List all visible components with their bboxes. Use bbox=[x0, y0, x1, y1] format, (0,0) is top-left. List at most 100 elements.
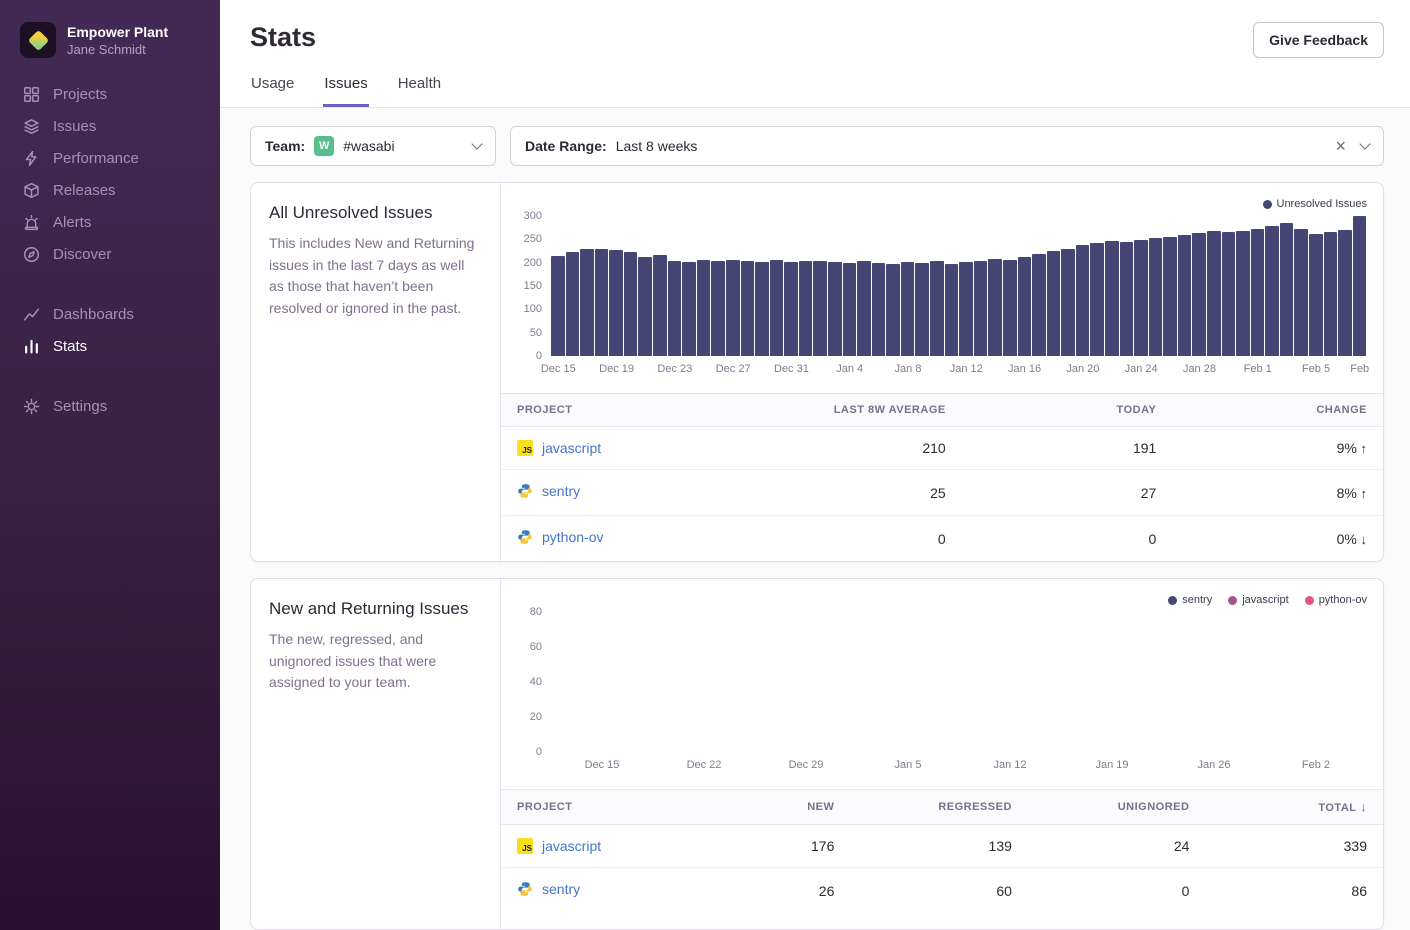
chart-bar[interactable] bbox=[1294, 229, 1308, 356]
chart-bar[interactable] bbox=[1192, 233, 1206, 356]
chart-bar[interactable] bbox=[1222, 232, 1236, 356]
sidebar-item-issues[interactable]: Issues bbox=[0, 110, 220, 142]
chart-bar[interactable] bbox=[726, 260, 740, 356]
chart-bar[interactable] bbox=[857, 261, 871, 356]
project-link[interactable]: sentry bbox=[542, 483, 580, 499]
chart-bar[interactable] bbox=[872, 263, 886, 356]
legend-item[interactable]: javascript bbox=[1228, 594, 1288, 606]
projects-icon bbox=[22, 85, 40, 103]
unresolved-issues-card: All Unresolved Issues This includes New … bbox=[250, 182, 1384, 562]
chart-bar[interactable] bbox=[580, 249, 594, 356]
chart-bar[interactable] bbox=[770, 260, 784, 356]
chart-plot[interactable] bbox=[551, 216, 1367, 356]
project-link[interactable]: javascript bbox=[542, 440, 601, 456]
chart-bar[interactable] bbox=[843, 263, 857, 356]
team-label: Team: bbox=[265, 138, 305, 154]
issues-icon bbox=[22, 117, 40, 135]
chart-bar[interactable] bbox=[1309, 234, 1323, 356]
sidebar-item-performance[interactable]: Performance bbox=[0, 142, 220, 174]
sidebar-item-stats[interactable]: Stats bbox=[0, 330, 220, 362]
sidebar-item-alerts[interactable]: Alerts bbox=[0, 206, 220, 238]
org-switcher[interactable]: Empower Plant Jane Schmidt bbox=[0, 16, 220, 78]
chart-bar[interactable] bbox=[813, 261, 827, 356]
chart-bar[interactable] bbox=[595, 249, 609, 356]
chart-bar[interactable] bbox=[1163, 237, 1177, 356]
chart-bar[interactable] bbox=[682, 262, 696, 356]
chart-bar[interactable] bbox=[551, 256, 565, 356]
chart-bar[interactable] bbox=[915, 263, 929, 356]
chart-bar[interactable] bbox=[1251, 229, 1265, 356]
chart-bar[interactable] bbox=[1149, 238, 1163, 356]
chart-bar[interactable] bbox=[784, 262, 798, 356]
chart-bar[interactable] bbox=[1018, 257, 1032, 356]
sidebar-item-label: Discover bbox=[53, 246, 111, 263]
column-header[interactable]: TOTAL↓ bbox=[1205, 790, 1383, 825]
value-cell: 339 bbox=[1205, 825, 1383, 868]
project-link[interactable]: python-ov bbox=[542, 529, 603, 545]
x-tick-label: Dec 29 bbox=[755, 752, 857, 779]
legend-item[interactable]: Unresolved Issues bbox=[1263, 198, 1368, 210]
chart-bar[interactable] bbox=[886, 264, 900, 356]
chart-bar[interactable] bbox=[1120, 242, 1134, 356]
discover-icon bbox=[22, 245, 40, 263]
chart-bar[interactable] bbox=[828, 262, 842, 356]
legend-item[interactable]: python-ov bbox=[1305, 594, 1367, 606]
alerts-icon bbox=[22, 213, 40, 231]
x-axis: Dec 15Dec 22Dec 29Jan 5Jan 12Jan 19Jan 2… bbox=[551, 752, 1367, 779]
chart-legend: sentry javascript python-ov bbox=[517, 591, 1367, 609]
sidebar-item-dashboards[interactable]: Dashboards bbox=[0, 298, 220, 330]
give-feedback-button[interactable]: Give Feedback bbox=[1253, 22, 1384, 58]
chart-bar[interactable] bbox=[1003, 260, 1017, 356]
chart-bar[interactable] bbox=[901, 262, 915, 356]
legend-item[interactable]: sentry bbox=[1168, 594, 1212, 606]
sidebar-item-settings[interactable]: Settings bbox=[0, 390, 220, 422]
chart-bar[interactable] bbox=[1061, 249, 1075, 356]
chart-bar[interactable] bbox=[799, 261, 813, 356]
chart-bar[interactable] bbox=[711, 261, 725, 356]
chart-bar[interactable] bbox=[1280, 223, 1294, 356]
chart-bar[interactable] bbox=[609, 250, 623, 356]
chart-bar[interactable] bbox=[566, 252, 580, 356]
chart-bar[interactable] bbox=[1076, 245, 1090, 356]
chart-bar[interactable] bbox=[1338, 230, 1352, 356]
project-link[interactable]: sentry bbox=[542, 881, 580, 897]
team-select[interactable]: Team: W #wasabi bbox=[250, 126, 496, 166]
chart-bar[interactable] bbox=[1353, 216, 1367, 356]
sidebar-item-projects[interactable]: Projects bbox=[0, 78, 220, 110]
tab-usage[interactable]: Usage bbox=[250, 75, 295, 107]
chart-bar[interactable] bbox=[1324, 232, 1338, 356]
project-link[interactable]: javascript bbox=[542, 838, 601, 854]
chart-bar[interactable] bbox=[624, 252, 638, 356]
chart-bar[interactable] bbox=[741, 261, 755, 356]
chart-bar[interactable] bbox=[974, 261, 988, 356]
chart-bar[interactable] bbox=[638, 257, 652, 356]
clear-icon[interactable]: × bbox=[1335, 137, 1346, 155]
chart-plot[interactable] bbox=[551, 612, 1367, 752]
chart-bar[interactable] bbox=[755, 262, 769, 356]
chart-bar[interactable] bbox=[1265, 226, 1279, 356]
tab-health[interactable]: Health bbox=[397, 75, 442, 107]
chart-bar[interactable] bbox=[1178, 235, 1192, 356]
chevron-down-icon[interactable] bbox=[471, 138, 482, 149]
chart-bar[interactable] bbox=[988, 259, 1002, 356]
chart-bar[interactable] bbox=[1047, 251, 1061, 356]
chevron-down-icon[interactable] bbox=[1359, 138, 1370, 149]
tab-issues[interactable]: Issues bbox=[323, 75, 368, 107]
chart-bar[interactable] bbox=[930, 261, 944, 356]
chart-bar[interactable] bbox=[1236, 231, 1250, 356]
chart-bar[interactable] bbox=[1134, 240, 1148, 356]
chart-bar[interactable] bbox=[959, 262, 973, 356]
tabs: Usage Issues Health bbox=[250, 75, 1384, 107]
unresolved-issues-table: PROJECTLAST 8W AVERAGETODAYCHANGEJSjavas… bbox=[501, 393, 1383, 561]
chart-bar[interactable] bbox=[1090, 243, 1104, 356]
chart-bar[interactable] bbox=[653, 255, 667, 356]
chart-bar[interactable] bbox=[1207, 231, 1221, 356]
sidebar-item-discover[interactable]: Discover bbox=[0, 238, 220, 270]
sidebar-item-releases[interactable]: Releases bbox=[0, 174, 220, 206]
chart-bar[interactable] bbox=[697, 260, 711, 356]
chart-bar[interactable] bbox=[668, 261, 682, 356]
chart-bar[interactable] bbox=[1105, 241, 1119, 356]
date-range-select[interactable]: Date Range: Last 8 weeks × bbox=[510, 126, 1384, 166]
chart-bar[interactable] bbox=[1032, 254, 1046, 356]
chart-bar[interactable] bbox=[945, 264, 959, 356]
